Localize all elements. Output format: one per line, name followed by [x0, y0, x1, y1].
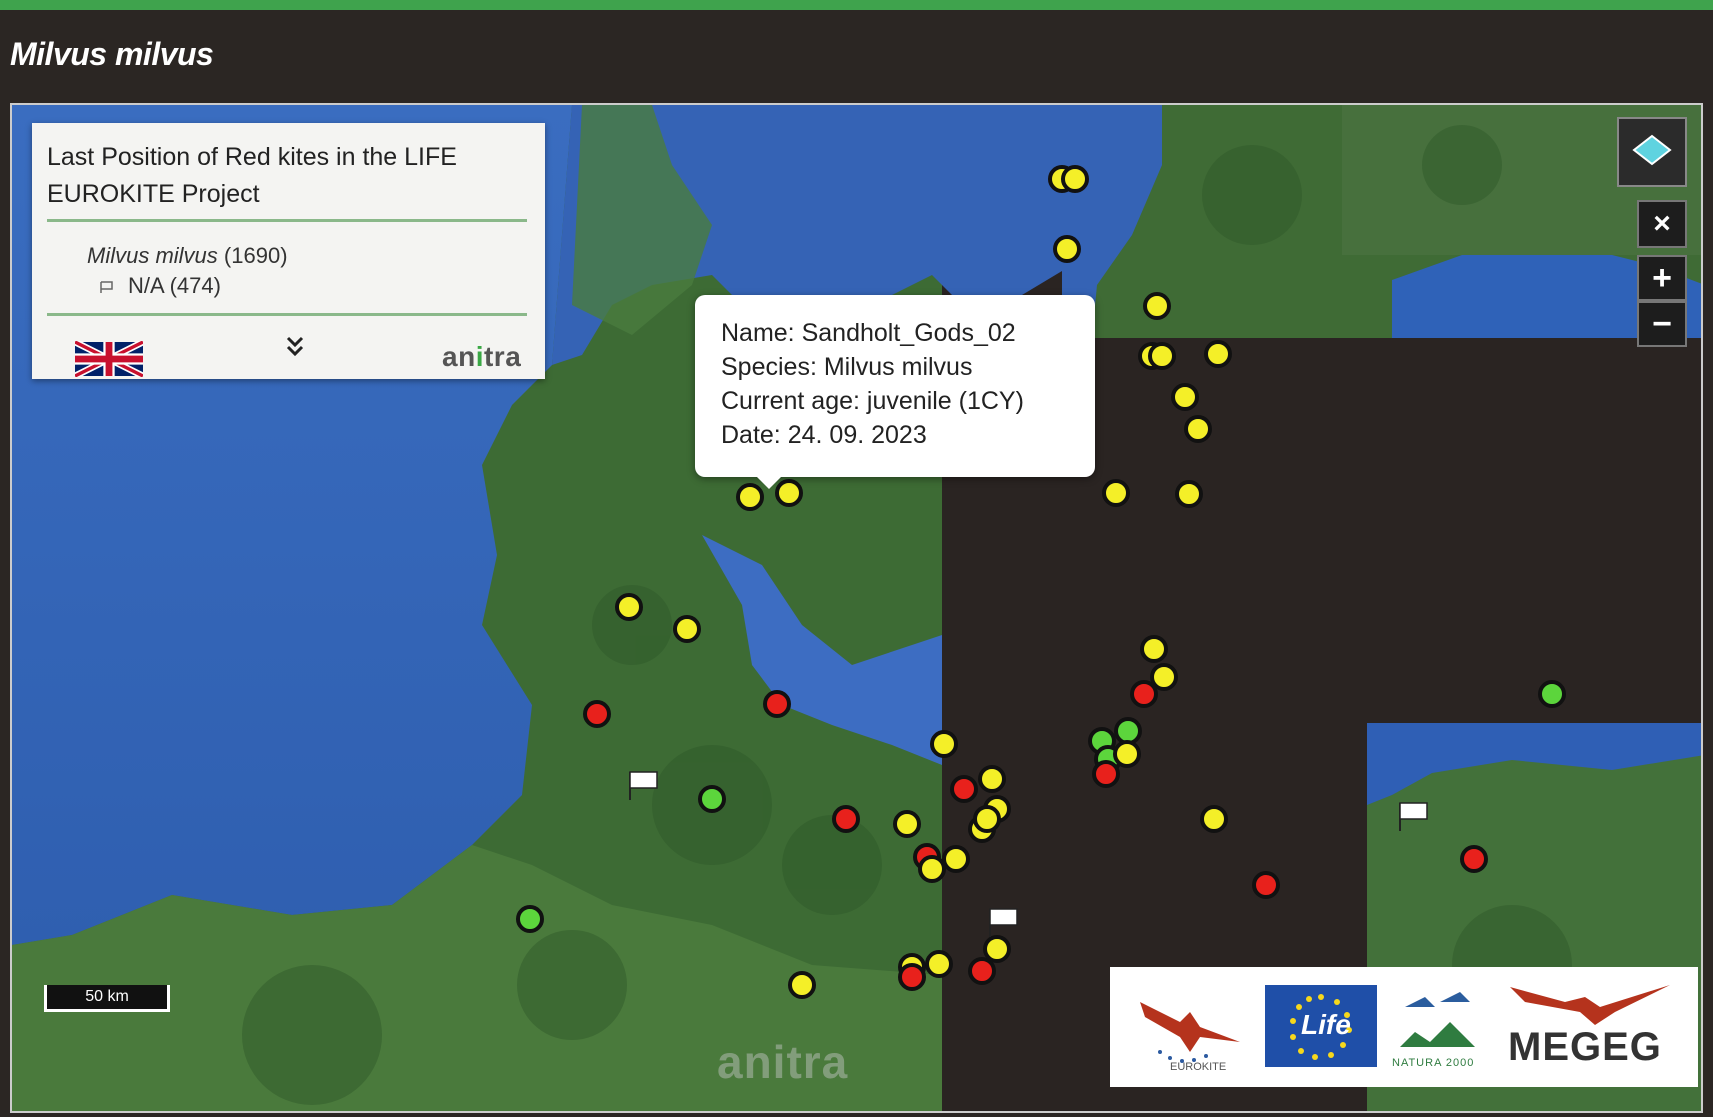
legend-species-item[interactable]: Milvus milvus (1690) [87, 243, 288, 269]
bird-marker-yellow[interactable] [930, 730, 958, 758]
life-label: Life [1301, 1009, 1351, 1040]
zoom-out-button[interactable]: − [1637, 301, 1687, 347]
species-count: (1690) [223, 243, 288, 268]
zoom-in-button[interactable]: + [1637, 255, 1687, 301]
bird-marker-red[interactable] [1460, 845, 1488, 873]
legend-divider [47, 313, 527, 316]
popup-name-row: Name: Sandholt_Gods_02 [721, 319, 1016, 347]
flag-icon[interactable] [987, 907, 1021, 937]
popup-species-row: Species: Milvus milvus [721, 353, 973, 381]
top-accent-bar [0, 0, 1713, 10]
bird-marker-red[interactable] [898, 963, 926, 991]
legend-panel: Last Position of Red kites in the LIFE E… [32, 123, 545, 379]
natura-2000-logo [1400, 992, 1475, 1047]
bird-marker-yellow[interactable] [1143, 292, 1171, 320]
flag-icon[interactable] [627, 770, 661, 800]
header: Milvus milvus [0, 10, 1713, 100]
megeg-label: MEGEG [1508, 1025, 1662, 1069]
bird-marker-yellow[interactable] [615, 593, 643, 621]
bird-marker-yellow[interactable] [893, 810, 921, 838]
eurokite-label: EUROKITE [1170, 1061, 1227, 1073]
layers-icon [1632, 134, 1672, 166]
minus-icon: − [1652, 304, 1672, 343]
bird-marker-red[interactable] [763, 690, 791, 718]
popup-name-value: Sandholt_Gods_02 [801, 319, 1016, 347]
popup-age-row: Current age: juvenile (1CY) [721, 387, 1024, 415]
layers-button[interactable] [1617, 117, 1687, 187]
bird-marker-yellow[interactable] [1053, 235, 1081, 263]
legend-title: Last Position of Red kites in the LIFE E… [47, 143, 457, 208]
popup-species-value: Milvus milvus [823, 353, 973, 381]
popup-date-value: 24. 09. 2023 [787, 421, 927, 449]
bird-marker-red[interactable] [1130, 680, 1158, 708]
flag-icon [100, 281, 113, 294]
bird-marker-red[interactable] [1092, 760, 1120, 788]
close-button[interactable]: × [1637, 200, 1687, 248]
legend-divider [47, 219, 527, 222]
bird-marker-yellow[interactable] [978, 765, 1006, 793]
bird-marker-yellow[interactable] [1175, 480, 1203, 508]
bird-marker-yellow[interactable] [1184, 415, 1212, 443]
natura-label: NATURA 2000 [1392, 1057, 1475, 1069]
bird-marker-yellow[interactable] [1200, 805, 1228, 833]
flag-icon[interactable] [1397, 801, 1431, 831]
info-popup: Name: Sandholt_Gods_02 Species: Milvus m… [695, 295, 1095, 489]
bird-marker-red[interactable] [1252, 871, 1280, 899]
page-title: Milvus milvus [10, 36, 214, 72]
bird-marker-yellow[interactable] [973, 805, 1001, 833]
map-view[interactable]: Last Position of Red kites in the LIFE E… [10, 103, 1703, 1113]
bird-marker-red[interactable] [832, 805, 860, 833]
life-logo: Life [1265, 985, 1377, 1067]
scale-bar: 50 km [44, 985, 170, 1012]
bird-marker-green[interactable] [698, 785, 726, 813]
bird-marker-red[interactable] [583, 700, 611, 728]
bird-marker-yellow[interactable] [1148, 342, 1176, 370]
bird-marker-yellow[interactable] [1113, 740, 1141, 768]
uk-flag-icon[interactable] [75, 341, 143, 377]
anitra-watermark: anitra [717, 1036, 849, 1088]
double-chevron-down-icon[interactable] [285, 335, 305, 359]
bird-marker-yellow[interactable] [1204, 340, 1232, 368]
bird-marker-yellow[interactable] [1061, 165, 1089, 193]
bird-marker-green[interactable] [516, 905, 544, 933]
bird-marker-yellow[interactable] [942, 845, 970, 873]
bird-marker-yellow[interactable] [983, 935, 1011, 963]
bird-marker-yellow[interactable] [788, 971, 816, 999]
eurokite-logo [1140, 1002, 1240, 1063]
plus-icon: + [1652, 258, 1672, 297]
na-label: N/A (474) [128, 273, 221, 298]
bird-marker-yellow[interactable] [1140, 635, 1168, 663]
bird-marker-yellow[interactable] [673, 615, 701, 643]
megeg-bird-logo [1510, 985, 1670, 1025]
close-icon: × [1653, 207, 1671, 240]
bird-marker-red[interactable] [950, 775, 978, 803]
partner-logos: EUROKITE Life NATURA 2000 MEGEG [1110, 967, 1698, 1087]
bird-marker-yellow[interactable] [925, 950, 953, 978]
legend-na-item[interactable]: N/A (474) [100, 273, 221, 299]
bird-marker-yellow[interactable] [1171, 383, 1199, 411]
species-name: Milvus milvus [87, 243, 218, 268]
popup-age-value: juvenile (1CY) [866, 387, 1024, 415]
anitra-logo: anitra [442, 341, 522, 372]
bird-marker-green[interactable] [1538, 680, 1566, 708]
bird-marker-yellow[interactable] [1102, 479, 1130, 507]
popup-date-row: Date: 24. 09. 2023 [721, 421, 927, 449]
